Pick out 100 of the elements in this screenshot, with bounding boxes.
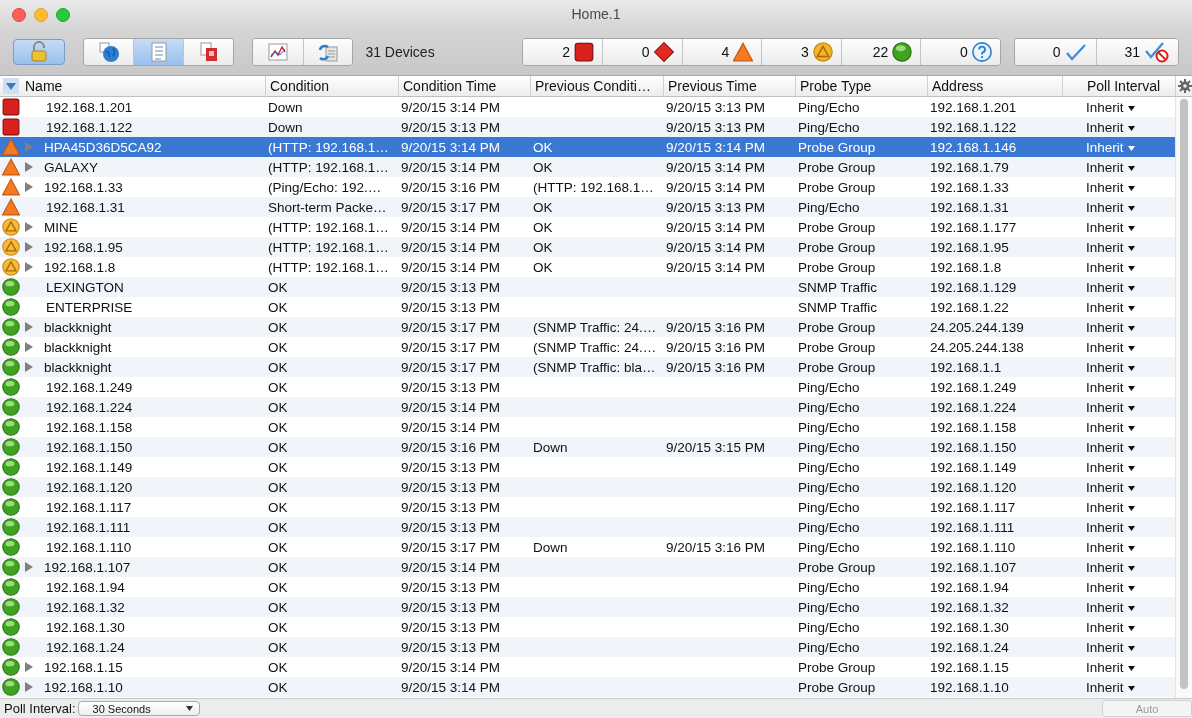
column-header[interactable]: Previous Time — [668, 78, 757, 94]
table-cell: OK — [268, 319, 288, 335]
table-cell: OK — [268, 559, 288, 575]
table-row[interactable]: LEXINGTON OK 9/20/15 3:13 PM SNMP Traffic 192.168.1.129 Inherit — [0, 277, 1175, 297]
table-row[interactable]: 192.168.1.10 OK 9/20/15 3:14 PM Probe Group 192.168.1.10 Inherit — [0, 677, 1175, 697]
disclosure-triangle-icon[interactable] — [24, 221, 34, 233]
poll-interval-dropdown[interactable]: Inherit — [1086, 579, 1135, 595]
poll-interval-dropdown[interactable]: Inherit — [1086, 259, 1135, 275]
table-cell: OK — [268, 679, 288, 695]
table-cell: blackknight — [44, 319, 112, 335]
table-row[interactable]: 192.168.1.120 OK 9/20/15 3:13 PM Ping/Echo 192.168.1.120 Inherit — [0, 477, 1175, 497]
poll-interval-dropdown[interactable]: Inherit — [1086, 439, 1135, 455]
table-row[interactable]: blackknight OK 9/20/15 3:17 PM (SNMP Traffic: bla… 9/20/15 3:16 PM Probe Group 192.168.1.1 Inherit — [0, 357, 1175, 377]
poll-interval-dropdown[interactable]: Inherit — [1086, 519, 1135, 535]
settings-icon[interactable] — [1178, 79, 1192, 93]
disclosure-triangle-icon[interactable] — [24, 321, 34, 333]
table-row[interactable]: 192.168.1.111 OK 9/20/15 3:13 PM Ping/Echo 192.168.1.111 Inherit — [0, 517, 1175, 537]
table-row[interactable]: 192.168.1.95 (HTTP: 192.168.1… 9/20/15 3:14 PM OK 9/20/15 3:14 PM Probe Group 192.168.1.95 Inherit — [0, 237, 1175, 257]
table-cell: 9/20/15 3:13 PM — [666, 199, 766, 215]
table-row[interactable]: GALAXY (HTTP: 192.168.1… 9/20/15 3:14 PM OK 9/20/15 3:14 PM Probe Group 192.168.1.79 Inherit — [0, 157, 1175, 177]
caret-icon — [1127, 246, 1135, 251]
poll-interval-dropdown[interactable]: Inherit — [1086, 679, 1135, 695]
poll-interval-dropdown[interactable]: Inherit — [1086, 419, 1135, 435]
column-header[interactable]: Condition Time — [403, 78, 497, 94]
sort-menu-icon[interactable] — [3, 78, 19, 94]
table-row[interactable]: blackknight OK 9/20/15 3:17 PM (SNMP Traffic: 24.… 9/20/15 3:16 PM Probe Group 24.205.244.139 Inherit — [0, 317, 1175, 337]
column-header[interactable]: Condition — [270, 78, 330, 94]
poll-interval-dropdown[interactable]: Inherit — [1086, 139, 1135, 155]
caret-icon — [1127, 586, 1135, 591]
poll-interval-dropdown[interactable]: Inherit — [1086, 299, 1135, 315]
table-cell: 9/20/15 3:14 PM — [666, 259, 766, 275]
lock-button[interactable] — [13, 38, 65, 65]
disclosure-triangle-icon[interactable] — [24, 561, 34, 573]
column-header[interactable]: Poll Interval — [1087, 78, 1161, 94]
table-cell: 192.168.1.249 — [46, 379, 133, 395]
status-filter-button[interactable]: 0 — [920, 38, 1000, 65]
poll-interval-dropdown[interactable]: Inherit — [1086, 199, 1135, 215]
zoom-button[interactable] — [56, 8, 70, 22]
poll-interval-dropdown[interactable]: Inherit — [1086, 559, 1135, 575]
table-row[interactable]: 192.168.1.224 OK 9/20/15 3:14 PM Ping/Echo 192.168.1.224 Inherit — [0, 397, 1175, 417]
column-header[interactable]: Name — [25, 78, 63, 94]
close-button[interactable] — [12, 8, 26, 22]
table-row[interactable]: 192.168.1.24 OK 9/20/15 3:13 PM Ping/Echo 192.168.1.24 Inherit — [0, 637, 1175, 657]
poll-interval-dropdown[interactable]: Inherit — [1086, 379, 1135, 395]
disclosure-triangle-icon[interactable] — [24, 341, 34, 353]
table-row[interactable]: HPA45D36D5CA92 (HTTP: 192.168.1… 9/20/15 3:14 PM OK 9/20/15 3:14 PM Probe Group 192.168.1.146 Inherit — [0, 137, 1175, 157]
poll-interval-dropdown[interactable]: Inherit — [1086, 499, 1135, 515]
disclosure-triangle-icon[interactable] — [24, 241, 34, 253]
column-header[interactable]: Probe Type — [800, 78, 872, 94]
poll-interval-select[interactable]: 30 Seconds — [77, 701, 200, 716]
caret-icon — [1127, 606, 1135, 611]
table-row[interactable]: 192.168.1.122 Down 9/20/15 3:13 PM 9/20/15 3:13 PM Ping/Echo 192.168.1.122 Inherit — [0, 117, 1175, 137]
poll-interval-dropdown[interactable]: Inherit — [1086, 479, 1135, 495]
table-cell: Ping/Echo — [798, 119, 860, 135]
poll-interval-dropdown[interactable]: Inherit — [1086, 279, 1135, 295]
table-cell: 192.168.1.201 — [46, 99, 133, 115]
poll-interval-dropdown[interactable]: Inherit — [1086, 359, 1135, 375]
poll-interval-dropdown[interactable]: Inherit — [1086, 339, 1135, 355]
poll-interval-dropdown[interactable]: Inherit — [1086, 539, 1135, 555]
table-row[interactable]: 192.168.1.32 OK 9/20/15 3:13 PM Ping/Echo 192.168.1.32 Inherit — [0, 597, 1175, 617]
poll-interval-dropdown[interactable]: Inherit — [1086, 659, 1135, 675]
poll-interval-dropdown[interactable]: Inherit — [1086, 459, 1135, 475]
poll-interval-dropdown[interactable]: Inherit — [1086, 319, 1135, 335]
poll-interval-dropdown[interactable]: Inherit — [1086, 619, 1135, 635]
poll-interval-dropdown[interactable]: Inherit — [1086, 179, 1135, 195]
poll-interval-dropdown[interactable]: Inherit — [1086, 219, 1135, 235]
acknowledge-filter-button[interactable]: 31 — [1096, 38, 1178, 65]
table-cell: 192.168.1.32 — [930, 599, 1009, 615]
disclosure-triangle-icon[interactable] — [24, 161, 34, 173]
tool-button[interactable] — [302, 38, 353, 65]
disclosure-triangle-icon[interactable] — [24, 361, 34, 373]
caret-icon — [1127, 646, 1135, 651]
scrollbar-thumb[interactable] — [1180, 99, 1188, 689]
table-cell: Probe Group — [798, 139, 876, 155]
disclosure-triangle-icon[interactable] — [24, 181, 34, 193]
column-header[interactable]: Address — [932, 78, 984, 94]
caret-icon — [1127, 186, 1135, 191]
table-cell: OK — [533, 239, 553, 255]
poll-interval-dropdown[interactable]: Inherit — [1086, 159, 1135, 175]
poll-interval-dropdown[interactable]: Inherit — [1086, 99, 1135, 115]
table-cell: Down — [533, 539, 568, 555]
view-button[interactable] — [133, 38, 184, 65]
table-cell: OK — [268, 299, 288, 315]
table-row[interactable]: 192.168.1.107 OK 9/20/15 3:14 PM Probe Group 192.168.1.107 Inherit — [0, 557, 1175, 577]
poll-interval-dropdown[interactable]: Inherit — [1086, 119, 1135, 135]
table-cell: 9/20/15 3:14 PM — [401, 239, 501, 255]
disclosure-triangle-icon[interactable] — [24, 261, 34, 273]
table-cell: 192.168.1.158 — [930, 419, 1017, 435]
poll-interval-dropdown[interactable]: Inherit — [1086, 599, 1135, 615]
square-status-icon — [2, 98, 20, 116]
poll-interval-dropdown[interactable]: Inherit — [1086, 639, 1135, 655]
column-header[interactable]: Previous Conditi… — [535, 78, 651, 94]
view-button[interactable] — [183, 38, 233, 65]
poll-interval-dropdown[interactable]: Inherit — [1086, 399, 1135, 415]
disclosure-triangle-icon[interactable] — [24, 661, 34, 673]
table-row[interactable]: 192.168.1.150 OK 9/20/15 3:16 PM Down 9/20/15 3:15 PM Ping/Echo 192.168.1.150 Inherit — [0, 437, 1175, 457]
table-row[interactable]: 192.168.1.31 Short-term Packe… 9/20/15 3:17 PM OK 9/20/15 3:13 PM Ping/Echo 192.168.1.31 Inherit — [0, 197, 1175, 217]
disclosure-triangle-icon[interactable] — [24, 681, 34, 693]
table-cell: 192.168.1.10 — [930, 679, 1009, 695]
poll-interval-dropdown[interactable]: Inherit — [1086, 239, 1135, 255]
